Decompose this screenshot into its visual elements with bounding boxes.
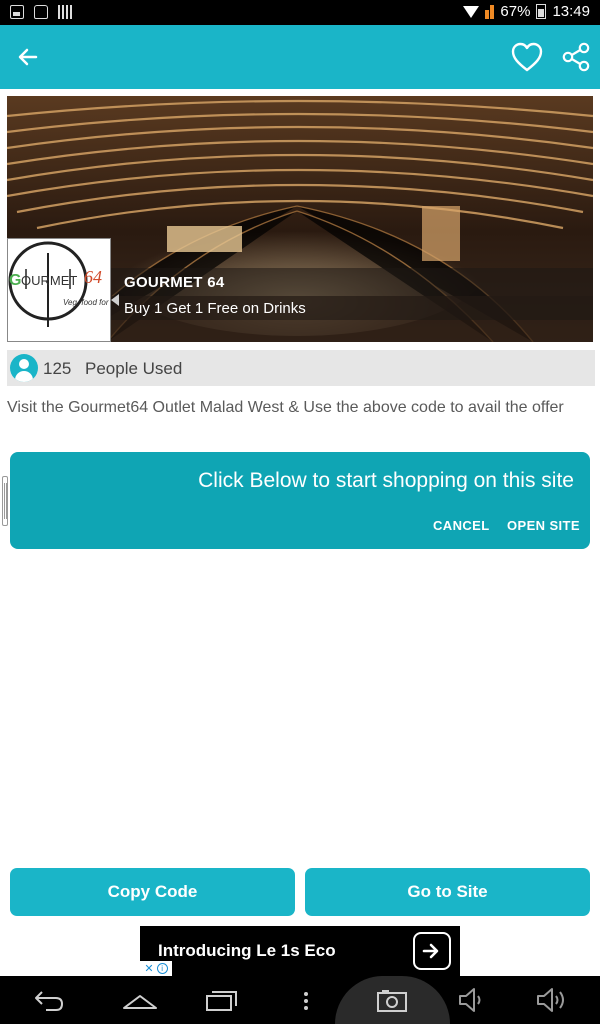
merchant-name: GOURMET 64 xyxy=(124,274,225,291)
share-button[interactable] xyxy=(560,41,592,73)
volume-up-icon[interactable] xyxy=(535,984,569,1016)
nav-screenshot-icon[interactable] xyxy=(376,984,408,1016)
usage-row: 125 People Used xyxy=(7,350,595,386)
svg-text:Veg. food for l: Veg. food for l xyxy=(63,298,110,307)
volume-down-icon[interactable] xyxy=(457,984,487,1016)
gallery-notification-icon xyxy=(10,5,24,19)
copy-code-button[interactable]: Copy Code xyxy=(10,868,295,916)
barcode-notification-icon xyxy=(58,5,72,19)
back-button[interactable] xyxy=(14,43,42,71)
ad-open-button[interactable] xyxy=(413,932,451,970)
open-site-dialog: Click Below to start shopping on this si… xyxy=(10,452,590,549)
clock: 13:49 xyxy=(552,3,590,20)
wifi-icon xyxy=(463,5,480,18)
share-icon xyxy=(562,42,590,72)
arrow-right-icon xyxy=(422,943,439,959)
system-nav-bar xyxy=(0,976,600,1024)
svg-text:64: 64 xyxy=(84,267,102,287)
drawer-handle-icon[interactable] xyxy=(2,476,8,526)
nav-recents-icon[interactable] xyxy=(204,984,240,1016)
status-system: 67% 13:49 xyxy=(463,3,590,20)
gourmet-logo-image: G OURMET 64 Veg. food for l xyxy=(8,241,113,327)
open-site-button[interactable]: OPEN SITE xyxy=(507,518,580,533)
battery-icon xyxy=(536,4,547,19)
heart-icon xyxy=(511,42,543,72)
go-to-site-button[interactable]: Go to Site xyxy=(305,868,590,916)
ad-info-icon[interactable]: i xyxy=(156,963,168,974)
ad-choices[interactable]: ✕ i xyxy=(140,961,172,976)
svg-text:OURMET: OURMET xyxy=(21,273,77,288)
nav-menu-icon[interactable] xyxy=(298,984,314,1016)
nav-home-icon[interactable] xyxy=(121,984,159,1016)
svg-text:G: G xyxy=(9,272,21,289)
ad-close-icon[interactable]: ✕ xyxy=(144,962,153,975)
cancel-button[interactable]: CANCEL xyxy=(433,518,490,533)
back-arrow-icon xyxy=(18,48,38,66)
offer-title: Buy 1 Get 1 Free on Drinks xyxy=(124,300,306,317)
person-icon xyxy=(10,354,38,382)
app-bar xyxy=(0,25,600,89)
usage-label: People Used xyxy=(85,359,183,378)
favorite-button[interactable] xyxy=(510,41,544,73)
status-bar: 67% 13:49 xyxy=(0,0,600,25)
ad-banner[interactable]: Introducing Le 1s Eco ✕ i xyxy=(140,926,460,976)
usage-count: 125 xyxy=(43,359,72,378)
ad-text: Introducing Le 1s Eco xyxy=(158,941,336,960)
merchant-logo: G OURMET 64 Veg. food for l xyxy=(7,238,113,342)
dialog-message: Click Below to start shopping on this si… xyxy=(198,469,574,492)
offer-banner[interactable]: GOURMET 64 Buy 1 Get 1 Free on Drinks G … xyxy=(7,96,593,342)
offer-description: Visit the Gourmet64 Outlet Malad West & … xyxy=(7,399,564,416)
status-notifications xyxy=(10,5,72,19)
store-notification-icon xyxy=(34,5,48,19)
signal-icon xyxy=(485,4,495,19)
battery-percent: 67% xyxy=(500,3,531,20)
nav-back-icon[interactable] xyxy=(30,984,66,1016)
caret-left-icon xyxy=(111,294,119,306)
